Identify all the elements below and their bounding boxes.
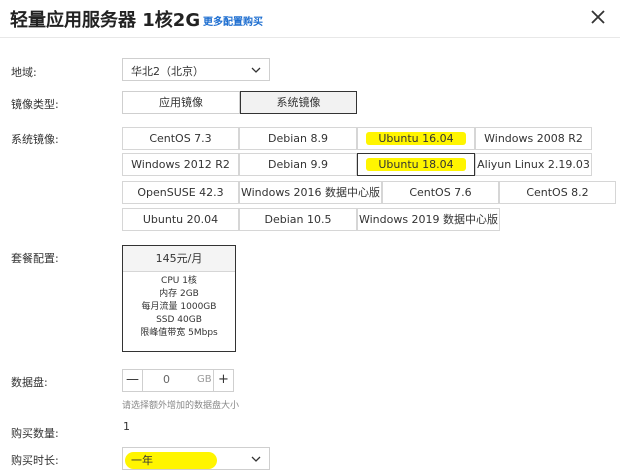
quantity-label: 购买数量: bbox=[11, 427, 59, 440]
duration-label: 购买时长: bbox=[11, 454, 59, 467]
plan-price: 145元/月 bbox=[123, 246, 235, 272]
plan-spec-bandwidth: 限峰值带宽 5Mbps bbox=[140, 328, 218, 338]
os-option-ubuntu-18-04[interactable]: Ubuntu 18.04 bbox=[357, 153, 475, 176]
image-type-app[interactable]: 应用镜像 bbox=[122, 91, 240, 114]
highlight-mark: Ubuntu 16.04 bbox=[366, 132, 466, 145]
plan-spec-memory: 内存 2GB bbox=[159, 289, 199, 299]
more-config-link[interactable]: 更多配置购买 bbox=[203, 13, 263, 28]
duration-select[interactable]: 一年 bbox=[122, 447, 270, 470]
plan-spec-traffic: 每月流量 1000GB bbox=[141, 302, 217, 312]
os-option-centos-7-3[interactable]: CentOS 7.3 bbox=[122, 127, 239, 150]
chevron-down-icon bbox=[251, 456, 261, 462]
duration-value: 一年 bbox=[125, 452, 217, 469]
plan-card[interactable]: 145元/月 CPU 1核 内存 2GB 每月流量 1000GB SSD 40G… bbox=[122, 245, 236, 352]
dialog-header: 轻量应用服务器 1核2G 更多配置购买 bbox=[0, 0, 620, 38]
system-image-label: 系统镜像: bbox=[11, 133, 59, 146]
data-disk-unit: GB bbox=[197, 374, 212, 385]
os-option-debian-8-9[interactable]: Debian 8.9 bbox=[239, 127, 357, 150]
dialog-title: 轻量应用服务器 1核2G bbox=[10, 10, 201, 31]
os-option-windows-2019[interactable]: Windows 2019 数据中心版 bbox=[357, 208, 500, 231]
plan-spec-cpu: CPU 1核 bbox=[161, 276, 197, 286]
image-type-system[interactable]: 系统镜像 bbox=[240, 91, 357, 114]
os-option-windows-2012-r2[interactable]: Windows 2012 R2 bbox=[122, 153, 239, 176]
os-option-windows-2016[interactable]: Windows 2016 数据中心版 bbox=[239, 181, 382, 204]
region-select[interactable]: 华北2（北京） bbox=[122, 58, 270, 81]
region-label: 地域: bbox=[11, 66, 37, 79]
chevron-down-icon bbox=[251, 67, 261, 73]
data-disk-input[interactable]: 0 bbox=[163, 373, 170, 386]
image-type-label: 镜像类型: bbox=[11, 98, 59, 111]
os-option-debian-9-9[interactable]: Debian 9.9 bbox=[239, 153, 357, 176]
os-option-centos-7-6[interactable]: CentOS 7.6 bbox=[382, 181, 499, 204]
os-option-debian-10-5[interactable]: Debian 10.5 bbox=[239, 208, 357, 231]
region-value: 华北2（北京） bbox=[131, 65, 204, 78]
data-disk-hint: 请选择额外增加的数据盘大小 bbox=[122, 401, 240, 411]
plan-specs: CPU 1核 内存 2GB 每月流量 1000GB SSD 40GB 限峰值带宽… bbox=[123, 272, 235, 340]
plan-spec-ssd: SSD 40GB bbox=[156, 315, 202, 325]
data-disk-stepper: — 0 GB + bbox=[122, 369, 234, 392]
quantity-value[interactable]: 1 bbox=[123, 420, 130, 433]
highlight-mark: Ubuntu 18.04 bbox=[366, 158, 466, 171]
os-option-windows-2008-r2[interactable]: Windows 2008 R2 bbox=[475, 127, 592, 150]
minus-button[interactable]: — bbox=[123, 370, 143, 391]
highlight-mark: 一年 bbox=[125, 452, 217, 469]
os-option-opensuse-42-3[interactable]: OpenSUSE 42.3 bbox=[122, 181, 239, 204]
os-option-ubuntu-16-04[interactable]: Ubuntu 16.04 bbox=[357, 127, 475, 150]
plan-label: 套餐配置: bbox=[11, 252, 59, 265]
data-disk-label: 数据盘: bbox=[11, 376, 48, 389]
os-option-aliyun-linux[interactable]: Aliyun Linux 2.19.03 bbox=[475, 153, 592, 176]
os-option-ubuntu-20-04[interactable]: Ubuntu 20.04 bbox=[122, 208, 239, 231]
close-icon[interactable] bbox=[586, 5, 610, 29]
plus-button[interactable]: + bbox=[213, 370, 233, 391]
os-option-centos-8-2[interactable]: CentOS 8.2 bbox=[499, 181, 616, 204]
